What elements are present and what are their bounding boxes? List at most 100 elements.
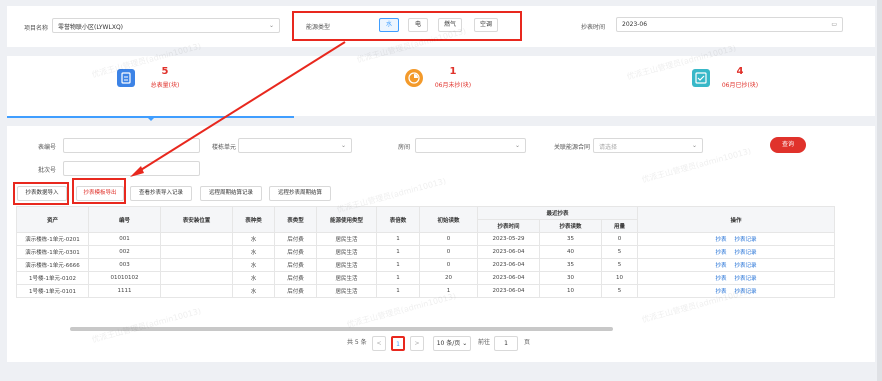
cell-type: 后付费 bbox=[274, 232, 317, 246]
cell-kind: 水 bbox=[232, 271, 275, 285]
cell-location bbox=[160, 245, 233, 259]
cell-asset: 演示楼栋-1单元-6666 bbox=[16, 258, 89, 272]
meter-record-link[interactable]: 抄表记录 bbox=[735, 263, 757, 269]
cell-usage: 10 bbox=[601, 271, 638, 285]
cell-usage: 5 bbox=[601, 284, 638, 298]
cell-initial: 20 bbox=[419, 271, 478, 285]
prev-page-button[interactable]: < bbox=[372, 336, 386, 351]
cell-multiplier: 1 bbox=[376, 245, 420, 259]
table-row: 1号楼-1单元-0102 01010102 水 后付费 居民生活 1 20 20… bbox=[16, 271, 835, 285]
cell-reading: 35 bbox=[539, 258, 602, 272]
cell-ops: 抄表 抄表记录 bbox=[637, 258, 835, 272]
cell-time: 2023-06-04 bbox=[477, 284, 540, 298]
cell-location bbox=[160, 284, 233, 298]
col-location: 表安装位置 bbox=[160, 206, 233, 233]
meter-record-link[interactable]: 抄表记录 bbox=[735, 237, 757, 243]
cell-asset: 1号楼-1单元-0101 bbox=[16, 284, 89, 298]
cell-type: 后付费 bbox=[274, 245, 317, 259]
cell-reading: 40 bbox=[539, 245, 602, 259]
cell-type: 后付费 bbox=[274, 271, 317, 285]
cell-reading: 10 bbox=[539, 284, 602, 298]
cell-usage-type: 居民生活 bbox=[316, 245, 377, 259]
meter-record-link[interactable]: 抄表记录 bbox=[735, 289, 757, 295]
cell-initial: 0 bbox=[419, 258, 478, 272]
meter-record-link[interactable]: 抄表记录 bbox=[735, 276, 757, 282]
cell-asset: 演示楼栋-1单元-0301 bbox=[16, 245, 89, 259]
cell-initial: 1 bbox=[419, 284, 478, 298]
cell-time: 2023-06-04 bbox=[477, 258, 540, 272]
read-meter-link[interactable]: 抄表 bbox=[715, 263, 726, 269]
read-meter-link[interactable]: 抄表 bbox=[715, 276, 726, 282]
cell-usage-type: 居民生活 bbox=[316, 284, 377, 298]
cell-ops: 抄表 抄表记录 bbox=[637, 245, 835, 259]
cell-usage: 0 bbox=[601, 232, 638, 246]
cell-initial: 0 bbox=[419, 232, 478, 246]
cell-reading: 30 bbox=[539, 271, 602, 285]
col-usage-type: 能源使用类型 bbox=[316, 206, 377, 233]
page-vertical-scrollbar[interactable] bbox=[877, 0, 882, 381]
next-page-button[interactable]: > bbox=[410, 336, 424, 351]
table-row: 1号楼-1单元-0101 1111 水 后付费 居民生活 1 1 2023-06… bbox=[16, 284, 835, 298]
cell-location bbox=[160, 258, 233, 272]
cell-number: 001 bbox=[88, 232, 161, 246]
cell-multiplier: 1 bbox=[376, 271, 420, 285]
cell-time: 2023-06-04 bbox=[477, 245, 540, 259]
col-multiplier: 表倍数 bbox=[376, 206, 420, 233]
cell-usage-type: 居民生活 bbox=[316, 232, 377, 246]
col-meter-type: 表类型 bbox=[274, 206, 317, 233]
table-row: 演示楼栋-1单元-0301 002 水 后付费 居民生活 1 0 2023-06… bbox=[16, 245, 835, 259]
cell-location bbox=[160, 271, 233, 285]
col-ops: 操作 bbox=[637, 206, 835, 233]
page-suffix: 页 bbox=[524, 339, 531, 346]
cell-usage-type: 居民生活 bbox=[316, 258, 377, 272]
cell-asset: 演示楼栋-1单元-0201 bbox=[16, 232, 89, 246]
col-usage: 用量 bbox=[601, 219, 638, 233]
table-horizontal-scrollbar[interactable] bbox=[70, 327, 613, 331]
cell-ops: 抄表 抄表记录 bbox=[637, 271, 835, 285]
cell-ops: 抄表 抄表记录 bbox=[637, 284, 835, 298]
cell-multiplier: 1 bbox=[376, 284, 420, 298]
col-initial: 初始读数 bbox=[419, 206, 478, 233]
cell-kind: 水 bbox=[232, 232, 275, 246]
cell-asset: 1号楼-1单元-0102 bbox=[16, 271, 89, 285]
meter-record-link[interactable]: 抄表记录 bbox=[735, 250, 757, 256]
cell-kind: 水 bbox=[232, 284, 275, 298]
cell-reading: 35 bbox=[539, 232, 602, 246]
cell-number: 1111 bbox=[88, 284, 161, 298]
col-number: 编号 bbox=[88, 206, 161, 233]
arrow-head bbox=[130, 166, 144, 177]
read-meter-link[interactable]: 抄表 bbox=[715, 250, 726, 256]
cell-location bbox=[160, 232, 233, 246]
page-size-select[interactable]: 10 条/页 ⌄ bbox=[433, 336, 471, 351]
cell-initial: 0 bbox=[419, 245, 478, 259]
cell-multiplier: 1 bbox=[376, 232, 420, 246]
cell-type: 后付费 bbox=[274, 284, 317, 298]
cell-time: 2023-05-29 bbox=[477, 232, 540, 246]
col-latest-reading: 抄表读数 bbox=[539, 219, 602, 233]
goto-page-input[interactable]: 1 bbox=[494, 336, 518, 351]
page-size-value: 10 条/页 bbox=[436, 340, 461, 347]
cell-number: 01010102 bbox=[88, 271, 161, 285]
pagination-total: 共 5 条 bbox=[347, 339, 367, 346]
cell-usage: 5 bbox=[601, 258, 638, 272]
col-asset: 资产 bbox=[16, 206, 89, 233]
cell-type: 后付费 bbox=[274, 258, 317, 272]
cell-usage-type: 居民生活 bbox=[316, 271, 377, 285]
meter-table: 资产 编号 表安装位置 表种类 表类型 能源使用类型 表倍数 初始读数 最近抄表… bbox=[16, 206, 835, 298]
cell-multiplier: 1 bbox=[376, 258, 420, 272]
cell-number: 002 bbox=[88, 245, 161, 259]
col-meter-kind: 表种类 bbox=[232, 206, 275, 233]
annotation-arrows bbox=[130, 41, 346, 177]
cell-time: 2023-06-04 bbox=[477, 271, 540, 285]
current-page-button[interactable]: 1 bbox=[391, 336, 405, 351]
chevron-down-icon: ⌄ bbox=[462, 340, 468, 347]
table-row: 演示楼栋-1单元-0201 001 水 后付费 居民生活 1 0 2023-05… bbox=[16, 232, 835, 246]
read-meter-link[interactable]: 抄表 bbox=[715, 289, 726, 295]
goto-label: 前往 bbox=[478, 339, 491, 346]
col-latest-time: 抄表时间 bbox=[477, 219, 540, 233]
arrow-line bbox=[135, 41, 346, 174]
col-latest: 最近抄表 bbox=[477, 206, 638, 220]
cell-number: 003 bbox=[88, 258, 161, 272]
table-row: 演示楼栋-1单元-6666 003 水 后付费 居民生活 1 0 2023-06… bbox=[16, 258, 835, 272]
read-meter-link[interactable]: 抄表 bbox=[715, 237, 726, 243]
